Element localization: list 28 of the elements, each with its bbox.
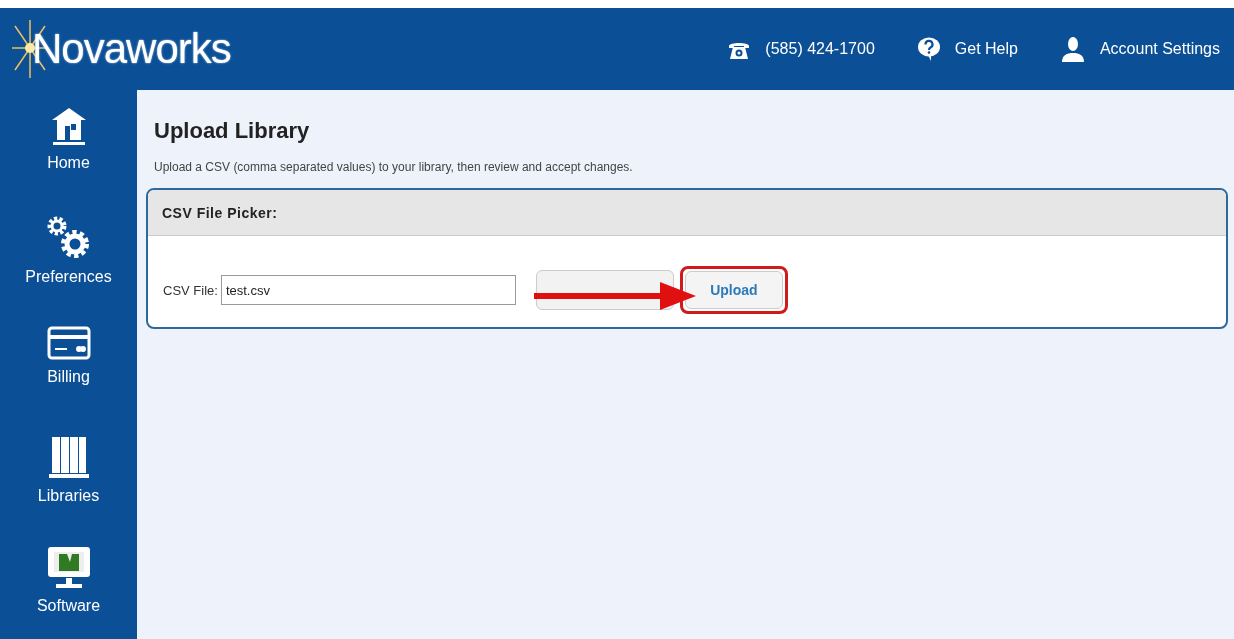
link-label: Get Help [954,40,1018,58]
link-label: (585) 424-1700 [765,40,875,58]
upload-button[interactable]: Upload [684,271,783,309]
sidebar-item[interactable]: Preferences [0,215,137,310]
sidebar-item[interactable]: Libraries [0,435,137,530]
sidebar-label: Preferences [25,267,112,286]
sidebar-item[interactable]: Software [0,545,137,639]
sidebar-label: Software [36,597,101,616]
page-description: Upload a CSV (comma separated values) to your library, then review and accept changes. [154,160,634,174]
sidebar-item[interactable]: Home [0,106,137,200]
panel-title: CSV File Picker: [162,204,278,221]
logo[interactable]: Novaworks [32,25,231,73]
account-link[interactable]: Account Settings [1059,36,1220,62]
link-label: Account Settings [1099,40,1220,58]
books-icon [47,435,90,480]
sidebar-item[interactable]: Billing [0,325,137,420]
sidebar-label: Billing [47,367,90,386]
phone-link[interactable]: (585) 424-1700 [727,38,875,60]
sidebar-label: Home [47,154,90,172]
monitor-icon [45,545,92,590]
help-icon [916,36,941,62]
user-icon [1059,36,1086,62]
field-label: CSV File: [163,282,218,298]
sidebar-label: Libraries [37,487,100,506]
page-title: Upload Library [154,118,311,144]
help-link[interactable]: Get Help [916,36,1018,62]
credit-card-icon [46,325,91,360]
file-input-field[interactable]: test.csv [220,275,516,305]
